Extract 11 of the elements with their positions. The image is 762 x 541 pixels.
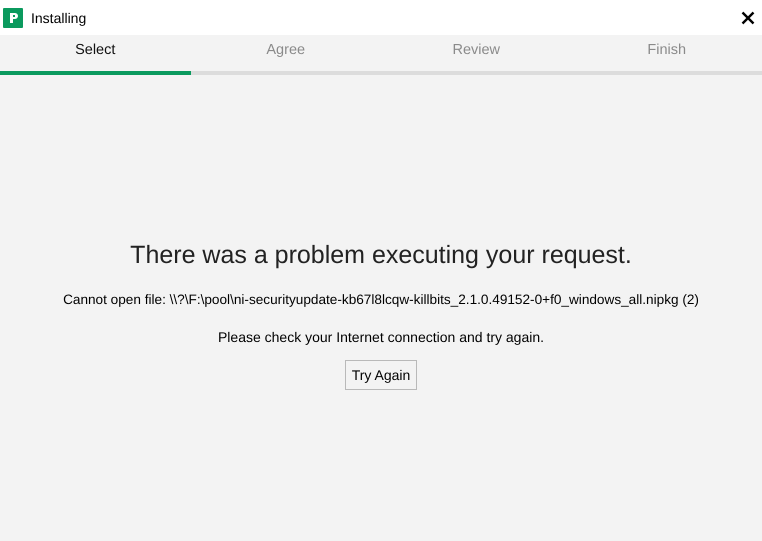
step-tab[interactable]: Review [381,35,572,75]
error-detail: Cannot open file: \\?\F:\pool\ni-securityupdate-kb67l8lcqw-killbits_2.1.0.49152-0+f0_windows_all.nipkg (2) [63,292,699,307]
step-tab[interactable]: Agree [190,35,381,75]
error-heading: There was a problem executing your request. [130,241,632,270]
close-icon[interactable] [741,10,755,24]
step-tab[interactable]: Finish [572,35,762,75]
try-again-button[interactable]: Try Again [344,360,418,390]
app-logo-icon [3,8,23,28]
error-hint: Please check your Internet connection and try again. [218,329,544,345]
step-tab[interactable]: Select [0,35,190,75]
window-title: Installing [31,10,88,26]
